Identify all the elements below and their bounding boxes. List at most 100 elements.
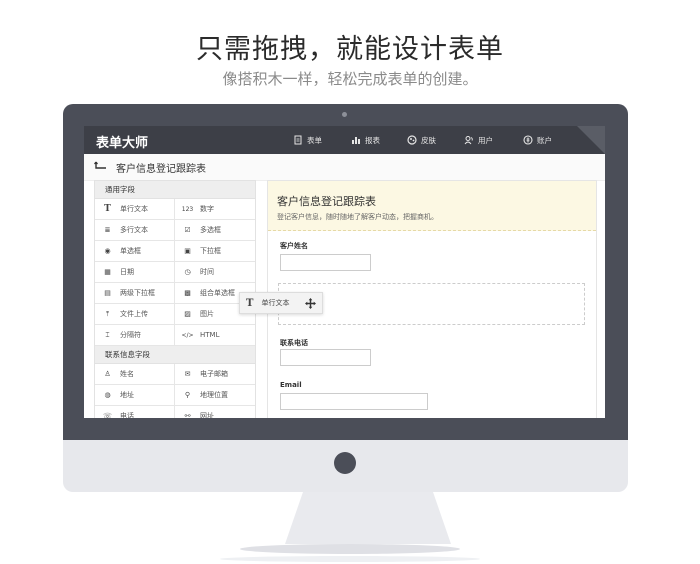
nav-item-forms[interactable]: 表单 <box>293 126 322 154</box>
link-icon: ⚯ <box>184 412 191 418</box>
field-html[interactable]: </> HTML <box>175 325 255 346</box>
power-button-icon <box>334 452 356 474</box>
drop-placeholder[interactable] <box>278 283 585 325</box>
field-name[interactable]: ♙ 姓名 <box>95 364 175 385</box>
number-icon: 123 <box>181 205 194 213</box>
field-label: 两级下拉框 <box>120 289 155 297</box>
document-icon <box>294 135 302 145</box>
field-checkbox[interactable]: ☑ 多选框 <box>175 220 255 241</box>
nav-label: 账户 <box>537 135 552 145</box>
person-icon: ♙ <box>104 370 111 378</box>
header-corner-decoration <box>577 126 605 154</box>
field-label: 组合单选框 <box>200 289 235 297</box>
app-header: 表单大师 表单 报表 皮肤 用户 账户 <box>84 126 605 154</box>
field-location[interactable]: ⚲ 地理位置 <box>175 385 255 406</box>
field-label: 单行文本 <box>120 205 148 213</box>
brand-logo: 表单大师 <box>96 136 149 151</box>
form-header[interactable]: 客户信息登记跟踪表 登记客户信息，随时随地了解客户动态，把握商机。 <box>268 181 596 231</box>
field-radio[interactable]: ◉ 单选框 <box>95 241 175 262</box>
common-fields-grid: T 单行文本 123 数字 ≣ 多行文本 ☑ 多选框 ◉ 单选框 ▣ 下拉框 ▦ 日期 ◷ 时间… <box>95 199 255 346</box>
field-palette: 通用字段 T 单行文本 123 数字 ≣ 多行文本 ☑ 多选框 ◉ 单选框 ▣ 下拉框 ▦ 日… <box>94 180 256 418</box>
field-phone[interactable]: ☏ 电话 <box>95 406 175 418</box>
field-label: 日期 <box>120 268 134 276</box>
palette-icon <box>407 135 417 145</box>
field-url[interactable]: ⚯ 网址 <box>175 406 255 418</box>
combo-radio-icon: ▩ <box>184 289 191 297</box>
field-cascade-dropdown[interactable]: ▤ 两级下拉框 <box>95 283 175 304</box>
nav-label: 用户 <box>478 135 493 145</box>
mail-icon: ✉ <box>184 370 191 378</box>
field-multi-line-text[interactable]: ≣ 多行文本 <box>95 220 175 241</box>
field-label: 时间 <box>200 268 214 276</box>
field-label: 网址 <box>200 412 214 418</box>
field-label: 分隔符 <box>120 331 141 339</box>
clock-icon: ◷ <box>184 268 191 276</box>
nav-label: 皮肤 <box>421 135 436 145</box>
field-label: 下拉框 <box>200 247 221 255</box>
back-arrow-icon[interactable] <box>94 160 108 172</box>
contact-fields-header: 联系信息字段 <box>95 346 255 364</box>
phone-input[interactable] <box>280 349 371 366</box>
field-label: 单选框 <box>120 247 141 255</box>
text-icon: T <box>246 297 254 309</box>
nav-label: 表单 <box>307 135 322 145</box>
upload-icon: ⤒ <box>105 309 110 318</box>
text-icon: T <box>104 204 111 214</box>
move-cursor-icon <box>305 297 316 309</box>
field-date[interactable]: ▦ 日期 <box>95 262 175 283</box>
email-input[interactable] <box>280 393 428 410</box>
field-label: 多选框 <box>200 226 221 234</box>
nav-item-reports[interactable]: 报表 <box>351 126 380 154</box>
form-title: 客户信息登记跟踪表 <box>277 195 376 208</box>
field-email[interactable]: ✉ 电子邮箱 <box>175 364 255 385</box>
phone-icon: ☏ <box>103 412 112 418</box>
field-label: 数字 <box>200 205 214 213</box>
form-description: 登记客户信息，随时随地了解客户动态，把握商机。 <box>277 213 438 221</box>
field-label: 图片 <box>200 310 214 318</box>
bar-chart-icon <box>352 137 360 144</box>
common-fields-header: 通用字段 <box>95 181 255 199</box>
question-label-email: Email <box>280 381 302 389</box>
camera-dot <box>342 112 347 117</box>
calendar-icon: ▦ <box>104 268 111 276</box>
field-label: 地理位置 <box>200 391 228 399</box>
field-dropdown[interactable]: ▣ 下拉框 <box>175 241 255 262</box>
users-icon <box>464 136 473 145</box>
contact-fields-grid: ♙ 姓名 ✉ 电子邮箱 ◍ 地址 ⚲ 地理位置 ☏ 电话 ⚯ 网址 <box>95 364 255 418</box>
field-file-upload[interactable]: ⤒ 文件上传 <box>95 304 175 325</box>
field-time[interactable]: ◷ 时间 <box>175 262 255 283</box>
nav-item-users[interactable]: 用户 <box>464 126 493 154</box>
image-icon: ▨ <box>184 310 191 318</box>
field-label: 文件上传 <box>120 310 148 318</box>
monitor-stand <box>285 492 451 544</box>
field-label: HTML <box>200 331 220 339</box>
monitor-base <box>240 544 460 554</box>
nav-item-account[interactable]: 账户 <box>523 126 552 154</box>
question-label-phone: 联系电话 <box>280 339 308 347</box>
field-label: 地址 <box>120 391 134 399</box>
field-label: 电子邮箱 <box>200 370 228 378</box>
field-single-line-text[interactable]: T 单行文本 <box>95 199 175 220</box>
divider-icon: ⌶ <box>105 330 110 339</box>
field-label: 多行文本 <box>120 226 148 234</box>
field-number[interactable]: 123 数字 <box>175 199 255 220</box>
field-label: 电话 <box>120 412 134 418</box>
paragraph-icon: ≣ <box>104 226 111 234</box>
dragging-field-chip[interactable]: T 单行文本 <box>239 292 323 314</box>
field-divider[interactable]: ⌶ 分隔符 <box>95 325 175 346</box>
nav-label: 报表 <box>365 135 380 145</box>
breadcrumb: 客户信息登记跟踪表 <box>84 154 605 181</box>
dropdown-icon: ▣ <box>184 247 191 255</box>
breadcrumb-title: 客户信息登记跟踪表 <box>116 164 206 175</box>
nav-item-skins[interactable]: 皮肤 <box>407 126 436 154</box>
customer-name-input[interactable] <box>280 254 371 271</box>
cascade-icon: ▤ <box>104 289 111 297</box>
radio-icon: ◉ <box>104 247 111 255</box>
code-icon: </> <box>181 331 194 339</box>
app-screen: 表单大师 表单 报表 皮肤 用户 账户 客户信息登记跟踪表 通用字段 T 单行文本 <box>84 126 605 418</box>
hero-title: 只需拖拽，就能设计表单 <box>196 34 504 65</box>
hero-subtitle: 像搭积木一样，轻松完成表单的创建。 <box>222 70 478 88</box>
monitor-shadow <box>220 556 480 562</box>
location-icon: ⚲ <box>184 391 191 399</box>
field-address[interactable]: ◍ 地址 <box>95 385 175 406</box>
